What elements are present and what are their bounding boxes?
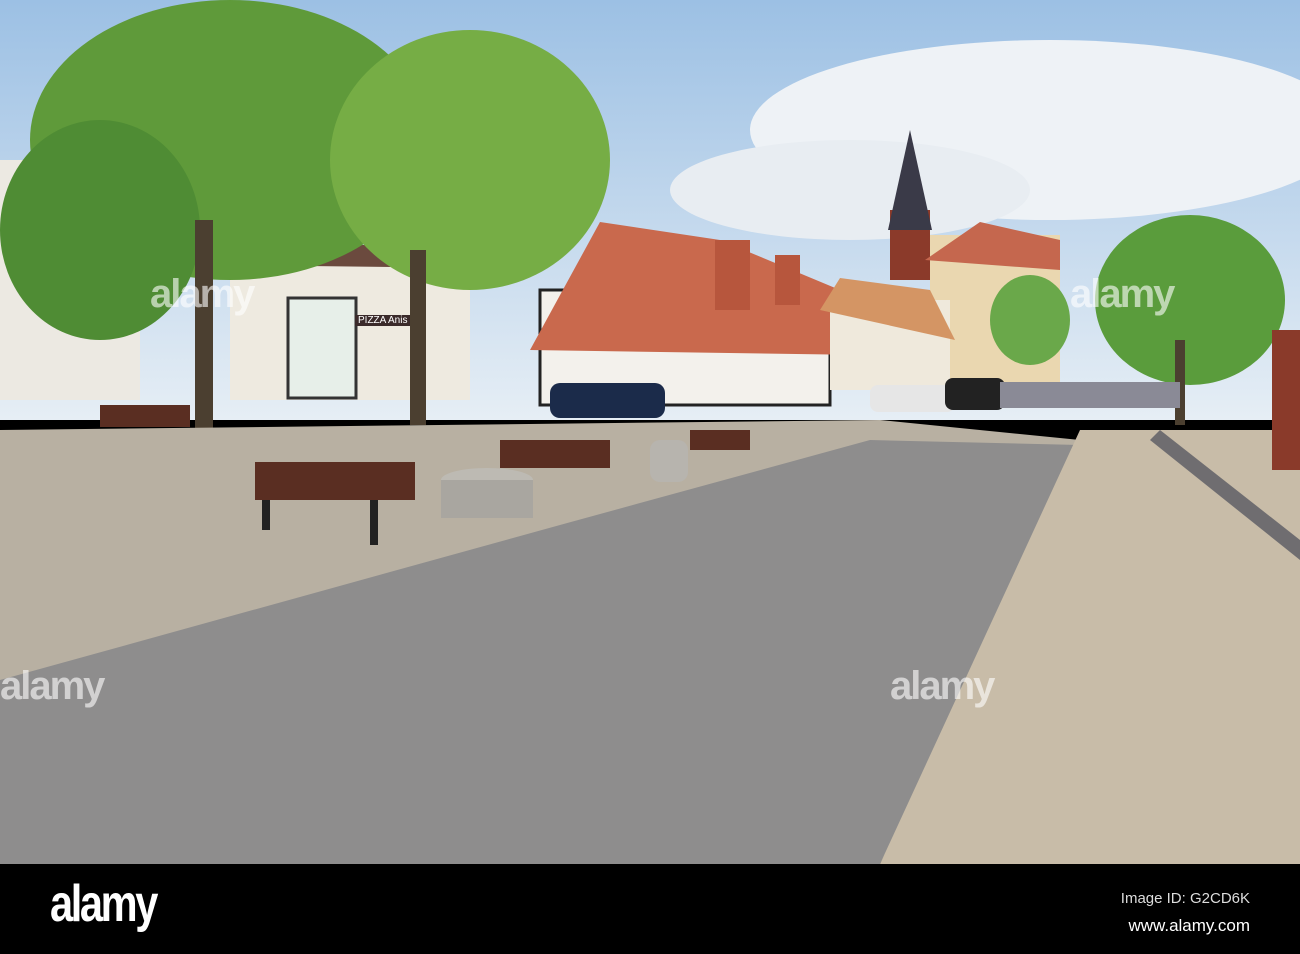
shop-sign: PIZZA Anis [355, 315, 411, 326]
watermark: alamy [890, 664, 995, 708]
alamy-logo: alamy [50, 875, 158, 933]
tree [330, 30, 610, 290]
stock-photo: PIZZA Anis alamy alamy alamy alamy alamy… [0, 0, 1300, 954]
kiosk [1272, 330, 1300, 470]
watermark: alamy [150, 272, 255, 316]
footer-bar: alamy Image ID: G2CD6K www.alamy.com [0, 864, 1300, 954]
watermark: alamy [0, 664, 105, 708]
map-board [286, 296, 358, 400]
bench [100, 405, 190, 427]
bollard [650, 440, 688, 482]
site-url: www.alamy.com [1128, 916, 1250, 935]
car [550, 383, 665, 418]
street-scene-photo [0, 0, 1300, 864]
car [870, 385, 955, 412]
image-id: Image ID: G2CD6K [1120, 890, 1250, 907]
tree [990, 275, 1070, 365]
watermark: alamy [1070, 272, 1175, 316]
car [945, 378, 1005, 410]
bench [500, 440, 610, 468]
bench [690, 430, 750, 450]
